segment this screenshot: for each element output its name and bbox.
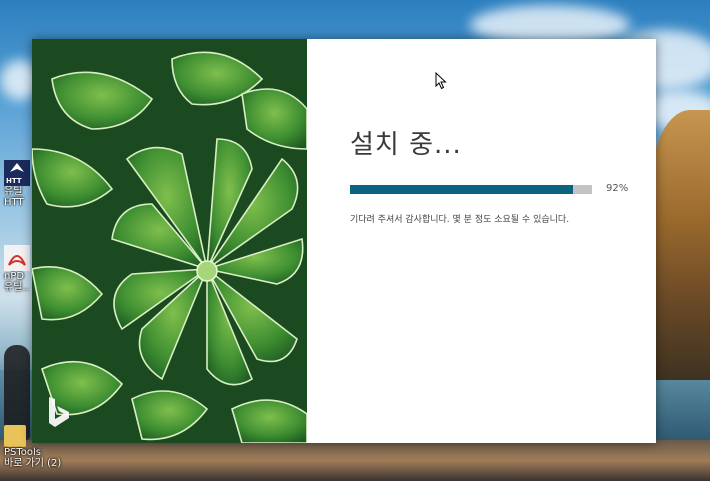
desktop-icon-pdf[interactable]: nPD 유틸.. — [4, 245, 34, 293]
desktop-icon-pstools[interactable]: PSTools 바로 가기 (2) — [4, 425, 62, 469]
installer-content: 설치 중... 92% 기다려 주셔서 감사합니다. 몇 분 정도 소요될 수 … — [307, 39, 656, 443]
progress-percent: 92% — [606, 183, 629, 194]
beach — [0, 440, 710, 481]
mouse-cursor-icon — [435, 71, 447, 94]
succulent-artwork — [32, 39, 307, 443]
svg-text:HTT: HTT — [6, 177, 22, 185]
desktop-icon-label-2: 유틸.. — [4, 282, 29, 293]
desktop-icon-label: PSTools — [4, 447, 42, 458]
installing-message: 기다려 주셔서 감사합니다. 몇 분 정도 소요될 수 있습니다. — [350, 215, 570, 225]
progress-bar — [350, 185, 592, 194]
installing-title: 설치 중... — [350, 130, 462, 160]
cliff — [650, 110, 710, 380]
installer-window: 설치 중... 92% 기다려 주셔서 감사합니다. 몇 분 정도 소요될 수 … — [32, 39, 656, 443]
desktop-icon-label-2: HTT — [4, 197, 24, 208]
desktop-icon-label-2: 바로 가기 (2) — [4, 458, 62, 469]
desktop-icon-httrack[interactable]: HTT 유틸 HTT — [4, 160, 34, 208]
pdf-icon — [4, 245, 30, 271]
folder-icon — [4, 425, 26, 447]
succulent-illustration — [32, 39, 307, 443]
desktop-icon-label: nPD — [4, 271, 25, 282]
bing-logo-icon — [46, 395, 72, 429]
httrack-icon: HTT — [4, 160, 30, 186]
desktop-icon-label: 유틸 — [4, 186, 23, 197]
progress-bar-fill — [350, 185, 573, 194]
